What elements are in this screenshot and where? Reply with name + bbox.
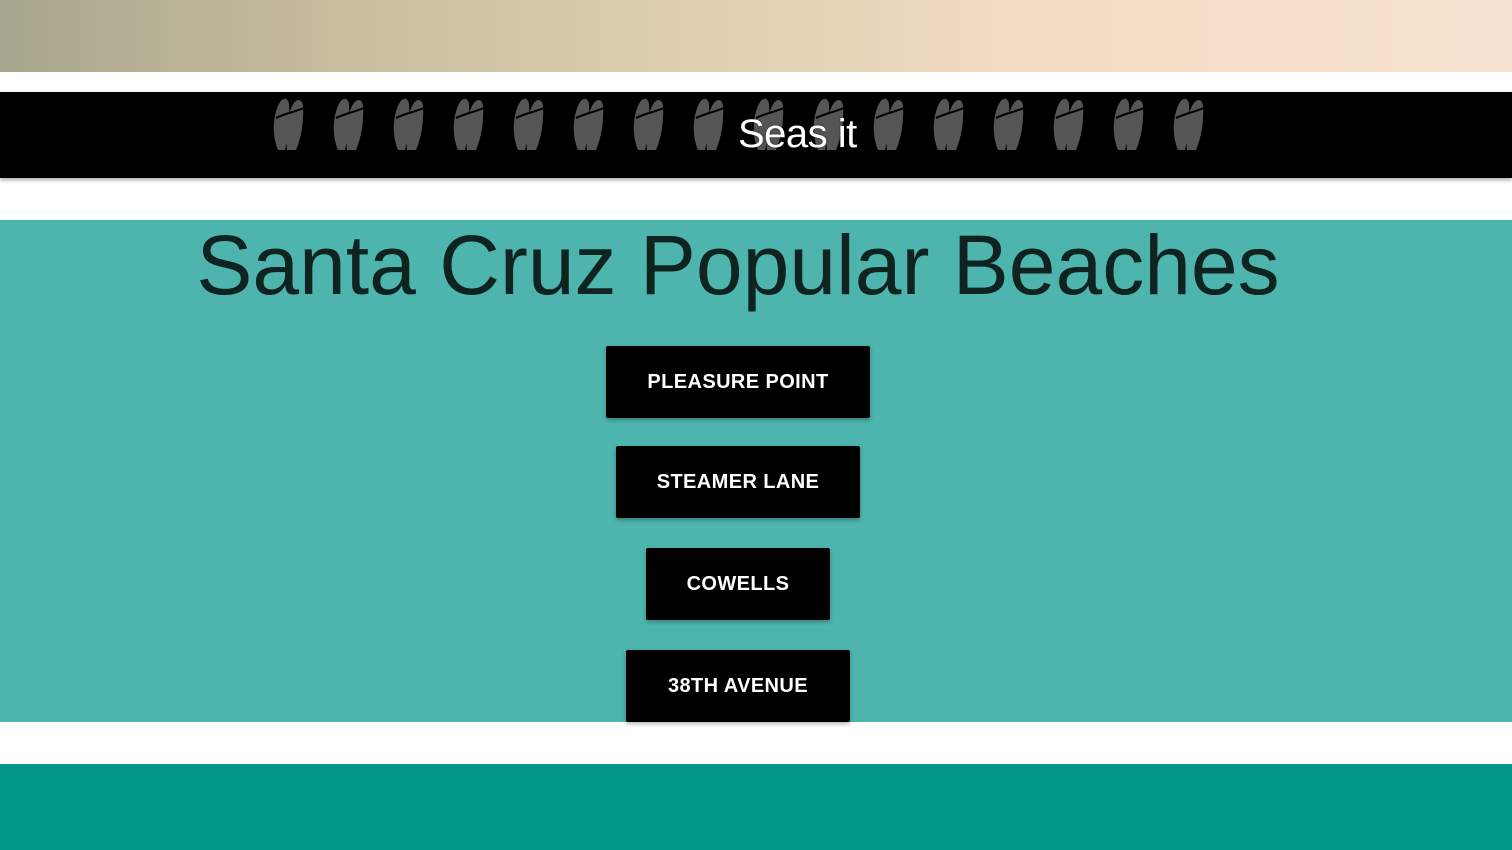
surfboard-icon: [1113, 98, 1145, 150]
brand-title[interactable]: Seas it: [738, 106, 857, 162]
beach-button-38th-avenue[interactable]: 38th Avenue: [626, 650, 850, 722]
beach-button-steamer-lane[interactable]: Steamer Lane: [616, 446, 860, 518]
hero-banner-image: [0, 0, 1512, 72]
page-title: Santa Cruz Popular Beaches: [196, 218, 1280, 312]
surfboard-icon: [573, 98, 605, 150]
surfboard-icon: [993, 98, 1025, 150]
surfboard-icon: [453, 98, 485, 150]
surfboard-icon: [693, 98, 725, 150]
surfboard-icon: [633, 98, 665, 150]
surfboard-icon: [1053, 98, 1085, 150]
surfboard-icon: [333, 98, 365, 150]
beach-button-pleasure-point[interactable]: Pleasure Point: [606, 346, 870, 418]
surfboard-icon: [393, 98, 425, 150]
surfboard-icon: [273, 98, 305, 150]
surfboard-icon: [873, 98, 905, 150]
surfboard-icon: [513, 98, 545, 150]
footer-band: [0, 764, 1512, 850]
beach-button-cowells[interactable]: Cowells: [646, 548, 830, 620]
surfboard-icon: [1173, 98, 1205, 150]
surfboard-icon: [933, 98, 965, 150]
